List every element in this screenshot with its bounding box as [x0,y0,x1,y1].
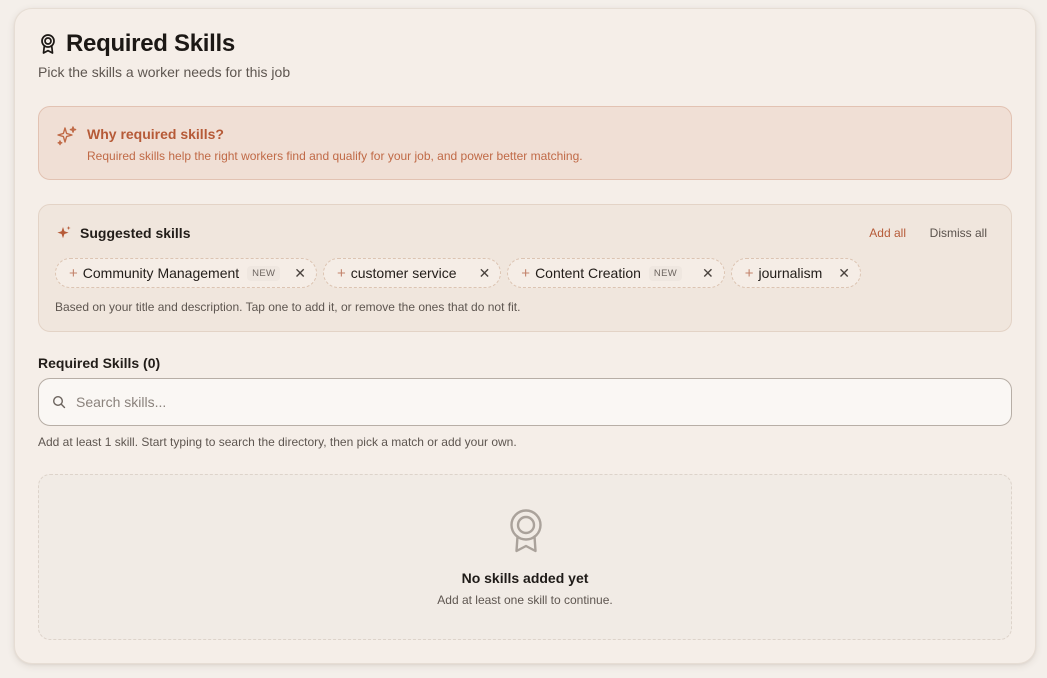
why-description: Required skills help the right workers f… [87,149,583,163]
empty-title: No skills added yet [461,570,589,586]
empty-description: Add at least one skill to continue. [437,593,613,607]
award-icon [510,509,542,553]
suggested-chip-content-creation[interactable]: + Content Creation NEW ✕ [507,258,725,288]
close-icon[interactable]: ✕ [838,265,850,282]
chip-label: Content Creation [535,265,641,281]
plus-icon: + [521,264,531,282]
plus-icon: + [744,264,754,282]
search-hint: Add at least 1 skill. Start typing to se… [38,435,517,449]
suggested-hint: Based on your title and description. Tap… [55,300,521,314]
search-input[interactable] [76,394,976,410]
new-badge: NEW [648,265,682,281]
close-icon[interactable]: ✕ [294,265,306,282]
sparkle-icon [57,226,71,239]
page-header: Required Skills [38,30,235,58]
page-subtitle: Pick the skills a worker needs for this … [38,64,291,80]
why-required-skills-banner: Why required skills? Required skills hel… [38,106,1012,180]
dismiss-all-button[interactable]: Dismiss all [930,226,987,240]
skill-search-field[interactable] [38,378,1012,426]
suggested-skills-panel: Suggested skills Add all Dismiss all + C… [38,204,1012,332]
sparkles-icon [56,125,78,152]
suggested-chip-customer-service[interactable]: + customer service ✕ [322,258,502,288]
plus-icon: + [69,264,78,282]
close-icon[interactable]: ✕ [479,265,491,282]
chip-label: journalism [758,265,823,281]
new-badge: NEW [247,265,281,281]
add-all-button[interactable]: Add all [869,226,906,240]
suggested-chip-community-management[interactable]: + Community Management NEW ✕ [55,258,317,288]
suggested-header: Suggested skills [56,225,190,241]
empty-state: No skills added yet Add at least one ski… [38,474,1012,640]
page-title: Required Skills [66,30,235,57]
chip-label: Community Management [82,265,240,281]
close-icon[interactable]: ✕ [702,265,714,282]
search-icon [52,395,66,409]
chip-label: customer service [350,265,457,281]
required-skills-label: Required Skills (0) [38,355,161,371]
award-icon [41,34,55,54]
why-title: Why required skills? [87,126,224,142]
suggested-chips: + Community Management NEW ✕ + customer … [55,258,862,288]
suggested-chip-journalism[interactable]: + journalism ✕ [730,258,862,288]
suggested-title: Suggested skills [80,225,191,241]
plus-icon: + [336,264,346,282]
